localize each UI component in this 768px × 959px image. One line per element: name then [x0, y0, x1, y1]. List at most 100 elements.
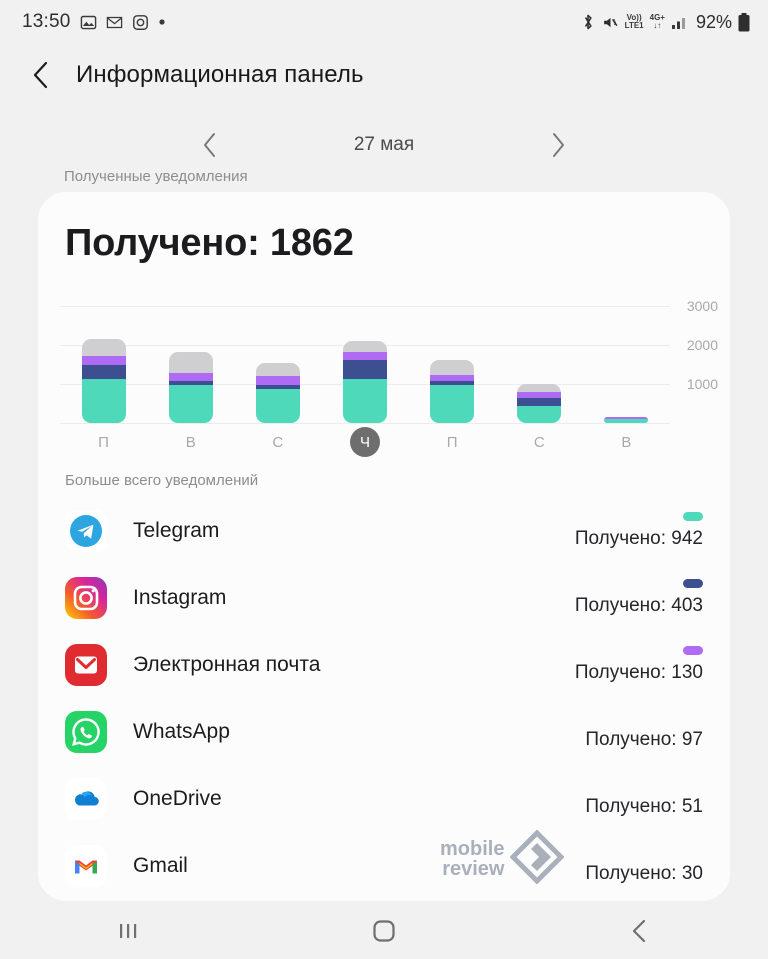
dot-icon	[158, 18, 166, 26]
chart-bar-segment	[255, 389, 300, 423]
chart-bar[interactable]	[343, 340, 387, 423]
chart-bar[interactable]	[517, 384, 562, 423]
chart-bar-segment	[343, 352, 387, 361]
app-count-label: Получено: 30	[585, 862, 703, 884]
app-count-group: Получено: 97	[585, 713, 703, 751]
chart-bar-segment	[430, 360, 475, 375]
chart-bar-segment	[517, 384, 562, 393]
chart-bar[interactable]	[168, 351, 213, 423]
instagram-icon	[65, 576, 107, 619]
y-axis-tick-label: 2000	[686, 336, 718, 353]
chart-bar[interactable]	[604, 417, 649, 423]
bluetooth-icon	[580, 13, 596, 31]
email-icon	[65, 643, 107, 686]
chart-bar-segment	[430, 385, 475, 423]
app-list-item[interactable]: OneDrive Получено: 51	[38, 765, 730, 832]
date-navigation: 27 мая	[0, 124, 768, 166]
chart-day-label[interactable]: П	[82, 427, 126, 457]
onedrive-icon	[65, 777, 107, 820]
chart-day-label[interactable]: Ч	[350, 427, 380, 457]
app-count-group: Получено: 403	[574, 578, 703, 617]
phone-screen: 13:50 Vo)) LTE1 4G+ ↓↑ 92% Информационна…	[0, 0, 768, 959]
chart-bar-segment	[255, 375, 300, 386]
chart-bar-segment	[255, 363, 300, 376]
back-chevron-icon[interactable]	[24, 58, 58, 92]
app-list-item[interactable]: Telegram Получено: 942	[38, 497, 730, 564]
chart-bar-segment	[343, 340, 387, 353]
gmail-icon	[106, 14, 123, 31]
notifications-bar-chart: 1000 2000 3000 П В С Ч П С В	[38, 294, 730, 457]
chart-bar-segment	[604, 419, 649, 423]
chart-day-labels: ПВСЧПСВ	[60, 427, 670, 461]
app-count-label: Получено: 942	[574, 527, 703, 549]
signal-icon	[671, 15, 688, 30]
page-title: Информационная панель	[76, 61, 364, 88]
app-name-label: OneDrive	[133, 786, 222, 810]
app-count-group: Получено: 130	[574, 645, 703, 684]
network-bottom-label: ↓↑	[653, 21, 662, 30]
chart-day-label[interactable]: В	[169, 427, 213, 457]
app-count-group: Получено: 942	[574, 511, 703, 550]
whatsapp-icon	[65, 710, 107, 753]
volte-bottom-label: LTE1	[624, 21, 644, 30]
chart-bar-segment	[430, 374, 475, 382]
chart-bar-segment	[517, 398, 562, 406]
date-next-button[interactable]	[534, 124, 582, 166]
chart-bar[interactable]	[255, 363, 300, 423]
system-navigation-bar	[0, 903, 768, 959]
chart-bar-segment	[343, 378, 387, 423]
chart-bar-segment	[168, 385, 213, 423]
chart-day-label[interactable]: С	[256, 427, 300, 457]
app-color-dot	[683, 645, 703, 655]
chart-bar-segment	[343, 360, 387, 379]
section-label-received: Полученные уведомления	[64, 168, 248, 185]
chart-bar-segment	[81, 339, 126, 357]
battery-icon	[738, 12, 750, 32]
app-bar: Информационная панель	[0, 46, 768, 104]
chart-bar[interactable]	[81, 339, 126, 423]
gmail-icon	[65, 844, 107, 887]
app-count-group: Получено: 30	[585, 847, 703, 885]
app-list-item[interactable]: Электронная почта Получено: 130	[38, 631, 730, 698]
chart-bar-segment	[168, 351, 213, 374]
chart-bar-segment	[81, 378, 126, 423]
gallery-icon	[80, 14, 97, 31]
recents-icon[interactable]	[83, 906, 173, 956]
status-bar: 13:50 Vo)) LTE1 4G+ ↓↑ 92%	[0, 0, 768, 44]
app-count-group: Получено: 51	[585, 780, 703, 818]
app-count-label: Получено: 51	[585, 795, 703, 817]
chart-bar-segment	[517, 405, 562, 423]
app-count-label: Получено: 130	[574, 661, 703, 683]
mute-icon	[602, 14, 619, 31]
dashboard-card: Получено: 1862 1000 2000 3000 П В С Ч П С В Боль…	[38, 192, 730, 901]
received-total-title: Получено: 1862	[65, 222, 354, 264]
app-color-dot	[683, 511, 703, 521]
app-name-label: WhatsApp	[133, 719, 230, 743]
app-color-dot	[683, 578, 703, 588]
date-label: 27 мая	[353, 134, 415, 155]
status-clock: 13:50	[22, 11, 71, 32]
chart-bar-segment	[168, 373, 213, 382]
telegram-icon	[65, 509, 107, 552]
chart-bar[interactable]	[430, 360, 475, 423]
chart-day-label[interactable]: П	[430, 427, 474, 457]
battery-percent: 92%	[695, 11, 732, 32]
app-list-item[interactable]: Gmail Получено: 30	[38, 832, 730, 899]
section-label-most-notifications: Больше всего уведомлений	[65, 472, 259, 489]
chart-day-label[interactable]: С	[517, 427, 561, 457]
home-icon[interactable]	[339, 906, 429, 956]
back-icon[interactable]	[595, 906, 685, 956]
chart-day-label[interactable]: В	[604, 427, 648, 457]
app-count-label: Получено: 403	[574, 594, 703, 616]
status-bar-right: Vo)) LTE1 4G+ ↓↑ 92%	[580, 12, 750, 33]
chart-baseline	[60, 423, 670, 424]
app-list: Telegram Получено: 942 Instagram Получено: …	[38, 497, 730, 899]
date-prev-button[interactable]	[186, 124, 234, 166]
app-list-item[interactable]: Instagram Получено: 403	[38, 564, 730, 631]
app-count-label: Получено: 97	[585, 728, 703, 750]
app-name-label: Электронная почта	[133, 652, 321, 676]
app-list-item[interactable]: WhatsApp Получено: 97	[38, 698, 730, 765]
chart-bar-segment	[81, 356, 126, 365]
app-name-label: Instagram	[133, 585, 227, 609]
status-bar-left: 13:50	[22, 11, 166, 33]
